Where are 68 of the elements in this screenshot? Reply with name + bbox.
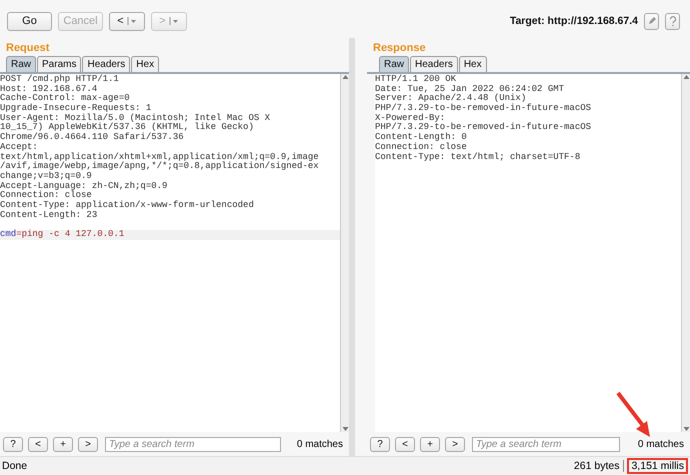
param-separator: = — [16, 229, 22, 239]
edit-target-button[interactable] — [644, 12, 659, 30]
scrollbar[interactable] — [340, 74, 349, 432]
message-line: Accept: — [0, 142, 39, 152]
message-line: Server: Apache/2.4.48 (Unix) — [375, 94, 528, 104]
message-line: Host: 192.168.67.4 — [0, 84, 98, 94]
history-button[interactable]: < — [109, 12, 145, 30]
message-line: HTTP/1.1 200 OK — [375, 75, 458, 85]
message-line: PHP/7.3.29-to-be-removed-in-future-macOS — [375, 104, 592, 114]
search-field[interactable]: Type a search term — [105, 436, 281, 452]
search-button[interactable]: ? — [3, 436, 23, 452]
match-count: 0 matches — [638, 438, 685, 450]
message-line: Connection: close — [0, 191, 93, 200]
pane-title: Response — [372, 41, 427, 56]
search-button[interactable]: ? — [370, 436, 390, 452]
scrollbar[interactable] — [681, 74, 690, 432]
message-editor[interactable] — [375, 74, 690, 432]
message-line: Content-Length: 0 — [375, 133, 468, 142]
search-button[interactable]: < — [28, 436, 48, 452]
message-line: Upgrade-Insecure-Requests: 1 — [0, 104, 152, 114]
message-line: Content-Type: text/html; charset=UTF-8 — [375, 152, 582, 162]
message-line: Content-Length: 23 — [0, 210, 98, 220]
message-line: Chrome/96.0.4664.110 Safari/537.36 — [0, 133, 185, 143]
search-button[interactable]: > — [445, 436, 465, 452]
scroll-down-icon[interactable] — [342, 426, 348, 432]
search-button[interactable]: + — [53, 436, 73, 452]
message-line: Cache-Control: max-age=0 — [0, 94, 131, 104]
message-line: PHP/7.3.29-to-be-removed-in-future-macOS — [375, 123, 592, 132]
view-tab[interactable]: Raw — [6, 56, 36, 72]
message-line: 10_15_7) AppleWebKit/537.36 (KHTML, like Gecko) — [0, 123, 255, 132]
message-editor[interactable] — [0, 74, 349, 432]
param-value: ping -c 4 127.0.0.1 — [22, 229, 124, 239]
param-name: cmd — [0, 229, 16, 239]
message-line: Content-Type: application/x-www-form-urlencoded — [0, 200, 255, 210]
message-line: X-Powered-By: — [375, 114, 446, 123]
help-icon — [668, 16, 676, 26]
target-label: Target: http://192.168.67.4 — [510, 15, 638, 27]
view-tab[interactable]: Params — [37, 56, 82, 72]
message-line: User-Agent: Mozilla/5.0 (Macintosh; Intel Mac OS X — [0, 114, 272, 123]
scroll-down-icon[interactable] — [682, 426, 690, 432]
message-line: change;v=b3;q=0.9 — [0, 172, 92, 182]
scroll-up-icon[interactable] — [682, 74, 690, 80]
view-tab[interactable]: Headers — [410, 56, 458, 72]
scroll-up-icon[interactable] — [342, 74, 348, 80]
search-button[interactable]: < — [395, 436, 415, 452]
toolbar-button[interactable]: Go — [7, 12, 52, 30]
search-button[interactable]: + — [420, 436, 440, 452]
help-button[interactable] — [665, 12, 680, 30]
view-tab[interactable]: Raw — [379, 56, 410, 72]
view-tab[interactable]: Hex — [131, 56, 160, 72]
message-line: Connection: close — [375, 142, 468, 152]
message-line: Date: Tue, 25 Jan 2022 06:24:02 GMT — [375, 84, 566, 94]
response-time: 3,151 millis — [627, 458, 688, 474]
dropdown-icon — [168, 16, 179, 26]
pane-title: Request — [5, 41, 50, 56]
pencil-icon — [646, 16, 656, 26]
message-line: Accept-Language: zh-CN,zh;q=0.9 — [0, 182, 168, 191]
view-tab[interactable]: Headers — [82, 56, 130, 72]
message-line: /avif,image/webp,image/apng,*/*;q=0.8,application/signed-ex — [0, 162, 320, 172]
search-field[interactable]: Type a search term — [472, 436, 620, 452]
status-text: Done — [1, 460, 28, 472]
response-size: 261 bytes — [574, 460, 624, 472]
match-count: 0 matches — [296, 438, 344, 450]
message-line: POST /cmd.php HTTP/1.1 — [0, 75, 120, 85]
search-button[interactable]: > — [78, 436, 98, 452]
view-tab[interactable]: Hex — [458, 56, 487, 72]
dropdown-icon — [126, 16, 137, 26]
message-line: text/html,application/xhtml+xml,application/xml;q=0.9,image — [0, 152, 320, 162]
